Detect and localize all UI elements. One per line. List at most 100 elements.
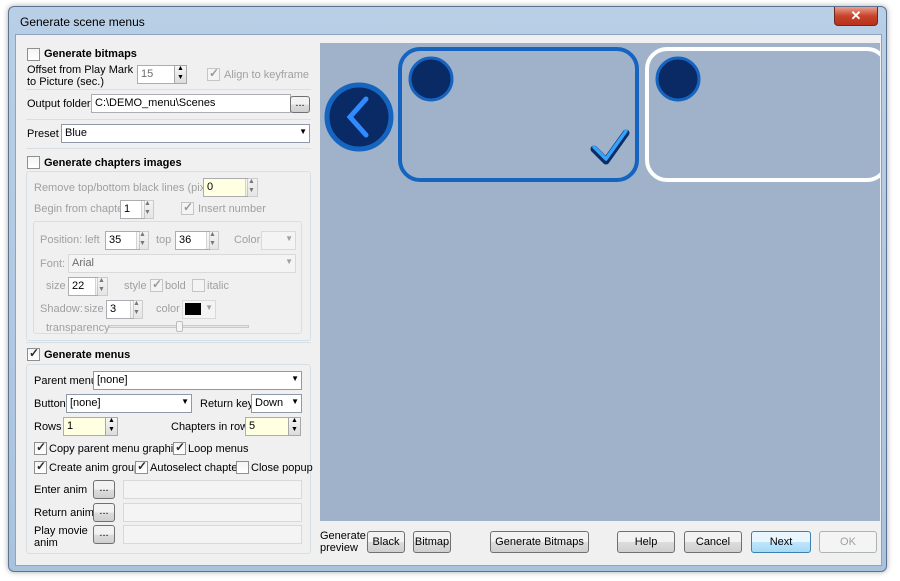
separator xyxy=(26,119,311,120)
bold-checkbox[interactable] xyxy=(150,277,163,292)
insert-number-checkbox[interactable] xyxy=(181,200,194,215)
copy-parent-checkbox[interactable] xyxy=(34,440,47,455)
italic-label: italic xyxy=(207,280,230,292)
enter-anim-label: Enter anim xyxy=(34,484,88,496)
output-folder-input[interactable]: C:\DEMO_menu\Scenes xyxy=(91,94,291,113)
italic-checkbox[interactable] xyxy=(192,279,205,292)
output-folder-browse-button[interactable]: ... xyxy=(290,96,310,113)
generate-bitmaps-button[interactable]: Generate Bitmaps xyxy=(490,531,589,553)
top-label: top xyxy=(156,234,172,246)
black-preview-button[interactable]: Black xyxy=(367,531,405,553)
size-input[interactable]: 22 xyxy=(68,277,98,296)
parent-menu-select[interactable]: [none] ▼ xyxy=(93,371,302,390)
style-label: style xyxy=(124,280,147,292)
autoselect-chapter-checkbox[interactable] xyxy=(135,459,148,474)
checkmark-icon xyxy=(590,129,630,165)
return-anim-input[interactable] xyxy=(123,503,302,522)
chapters-in-row-spinner[interactable] xyxy=(288,417,301,436)
top-spinner[interactable] xyxy=(206,231,219,250)
button-select[interactable]: [none] ▼ xyxy=(66,394,192,413)
size-label: size xyxy=(46,280,66,292)
begin-chapter-spinner[interactable] xyxy=(141,200,154,219)
chapter-number-circle xyxy=(655,56,701,102)
font-select[interactable]: Arial ▼ xyxy=(68,254,296,273)
autoselect-chapter-label: Autoselect chapter xyxy=(150,462,242,474)
create-anim-group-checkbox[interactable] xyxy=(34,459,47,474)
return-key-value: Down xyxy=(255,397,284,409)
preset-value: Blue xyxy=(65,127,88,139)
close-popup-label: Close popup xyxy=(251,462,313,474)
generate-menus-checkbox[interactable] xyxy=(27,346,40,361)
help-button[interactable]: Help xyxy=(617,531,675,553)
preview-canvas xyxy=(324,47,880,182)
offset-input[interactable]: 15 xyxy=(137,65,177,84)
close-button[interactable]: ✕ xyxy=(834,7,878,26)
menu-preview-area[interactable] xyxy=(320,43,880,521)
return-anim-browse-button[interactable]: ... xyxy=(93,503,115,522)
bold-label: bold xyxy=(165,280,186,292)
output-folder-label: Output folder xyxy=(27,98,91,110)
left-label: left xyxy=(85,234,100,246)
offset-label: Offset from Play Mark to Picture (sec.) xyxy=(27,64,134,88)
generate-chapters-checkbox[interactable] xyxy=(27,156,40,169)
separator xyxy=(26,89,311,90)
chevron-down-icon: ▼ xyxy=(285,257,293,266)
separator xyxy=(26,342,311,343)
ok-button[interactable]: OK xyxy=(819,531,877,553)
preset-select[interactable]: Blue ▼ xyxy=(61,124,310,143)
font-value: Arial xyxy=(72,257,95,269)
chevron-down-icon: ▼ xyxy=(181,397,189,406)
dialog-client: Generate bitmaps Offset from Play Mark t… xyxy=(15,34,882,566)
enter-anim-input[interactable] xyxy=(123,480,302,499)
chevron-down-icon: ▼ xyxy=(299,127,307,136)
chevron-down-icon: ▼ xyxy=(291,397,299,406)
generate-bitmaps-checkbox[interactable] xyxy=(27,48,40,61)
loop-menus-checkbox[interactable] xyxy=(173,440,186,455)
copy-parent-label: Copy parent menu graphics xyxy=(49,443,185,455)
shadow-color-swatch xyxy=(185,303,201,315)
separator xyxy=(26,148,311,149)
enter-anim-browse-button[interactable]: ... xyxy=(93,480,115,499)
generate-chapters-label: Generate chapters images xyxy=(44,157,182,169)
next-button[interactable]: Next xyxy=(751,531,811,553)
insert-number-label: Insert number xyxy=(198,203,266,215)
top-input[interactable]: 36 xyxy=(175,231,210,250)
bitmap-preview-button[interactable]: Bitmap xyxy=(413,531,451,553)
parent-menu-label: Parent menu xyxy=(34,375,97,387)
play-movie-anim-input[interactable] xyxy=(123,525,302,544)
rows-label: Rows xyxy=(34,421,62,433)
size-spinner[interactable] xyxy=(95,277,108,296)
title-bar: Generate scene menus ✕ xyxy=(9,7,886,35)
transparency-label: transparency xyxy=(46,322,110,334)
parent-menu-value: [none] xyxy=(97,374,128,386)
return-key-select[interactable]: Down ▼ xyxy=(251,394,302,413)
chevron-down-icon: ▼ xyxy=(205,303,213,312)
remove-lines-input[interactable]: 0 xyxy=(203,178,248,197)
close-popup-checkbox[interactable] xyxy=(236,461,249,474)
generate-menus-label: Generate menus xyxy=(44,349,131,361)
chevron-left-icon[interactable] xyxy=(324,82,394,152)
back-button-circle xyxy=(324,82,394,152)
left-input[interactable]: 35 xyxy=(105,231,140,250)
shadow-label: Shadow: xyxy=(40,303,83,315)
loop-menus-label: Loop menus xyxy=(188,443,249,455)
shadow-color-select[interactable]: ▼ xyxy=(182,300,216,319)
align-keyframe-checkbox[interactable] xyxy=(207,66,220,81)
remove-lines-label: Remove top/bottom black lines (pixels) xyxy=(34,182,223,194)
chevron-down-icon: ▼ xyxy=(285,234,293,243)
remove-lines-spinner[interactable] xyxy=(245,178,258,197)
return-key-label: Return key xyxy=(200,398,254,410)
chevron-down-icon: ▼ xyxy=(291,374,299,383)
rows-spinner[interactable] xyxy=(105,417,118,436)
button-label: Button xyxy=(34,398,66,410)
shadow-size-spinner[interactable] xyxy=(130,300,143,319)
chapter-number-circle xyxy=(408,56,454,102)
left-spinner[interactable] xyxy=(136,231,149,250)
play-movie-anim-browse-button[interactable]: ... xyxy=(93,525,115,544)
cancel-button[interactable]: Cancel xyxy=(684,531,742,553)
offset-spinner[interactable] xyxy=(174,65,187,84)
color-select[interactable]: ▼ xyxy=(261,231,296,250)
return-anim-label: Return anim xyxy=(34,507,94,519)
transparency-slider-thumb[interactable] xyxy=(176,321,183,332)
create-anim-group-label: Create anim group xyxy=(49,462,141,474)
